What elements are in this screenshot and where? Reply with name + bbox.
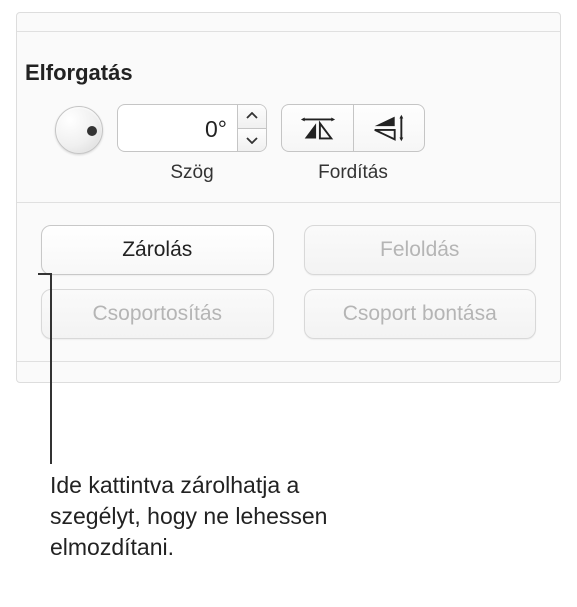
- angle-step-up[interactable]: [238, 105, 266, 129]
- angle-label: Szög: [170, 162, 213, 184]
- arrange-panel: Elforgatás 0° Szög: [16, 12, 561, 383]
- flip-label: Fordítás: [318, 162, 388, 184]
- angle-group: 0° Szög: [117, 104, 267, 184]
- rotation-dial[interactable]: [55, 106, 103, 154]
- rotate-section-title: Elforgatás: [17, 32, 560, 104]
- flip-vertical-icon: [370, 113, 408, 143]
- angle-stepper: [237, 104, 267, 152]
- angle-input[interactable]: 0°: [117, 104, 237, 152]
- lock-group-grid: Zárolás Feloldás Csoportosítás Csoport b…: [17, 203, 560, 361]
- angle-step-down[interactable]: [238, 129, 266, 152]
- callout-line: [50, 274, 52, 464]
- flip-horizontal-icon: [299, 113, 337, 143]
- flip-horizontal-button[interactable]: [281, 104, 353, 152]
- rotate-controls: 0° Szög: [17, 104, 560, 202]
- ungroup-button: Csoport bontása: [304, 289, 537, 339]
- angle-control: 0°: [117, 104, 267, 152]
- callout-text: Ide kattintva zárolhatja a szegélyt, hog…: [50, 470, 380, 563]
- unlock-button: Feloldás: [304, 225, 537, 275]
- flip-group-wrap: Fordítás: [281, 104, 425, 184]
- flip-vertical-button[interactable]: [353, 104, 425, 152]
- divider: [17, 361, 560, 362]
- group-button: Csoportosítás: [41, 289, 274, 339]
- lock-button[interactable]: Zárolás: [41, 225, 274, 275]
- flip-buttons: [281, 104, 425, 152]
